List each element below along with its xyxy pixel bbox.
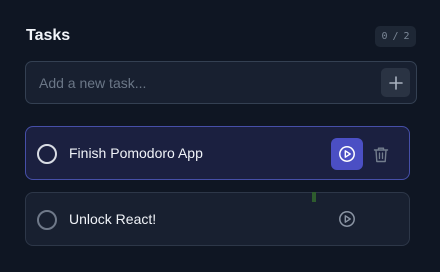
- task-item[interactable]: Finish Pomodoro App: [25, 126, 410, 180]
- plus-icon: [388, 75, 403, 90]
- drag-marker: [312, 192, 316, 202]
- task-counter-badge: 0 / 2: [375, 26, 416, 47]
- counter-done: 0: [381, 31, 388, 42]
- task-item[interactable]: Unlock React!: [25, 192, 410, 246]
- play-icon: [339, 146, 355, 162]
- trash-icon: [373, 147, 389, 162]
- counter-separator: /: [392, 31, 399, 42]
- start-timer-button[interactable]: [331, 203, 363, 235]
- counter-total: 2: [403, 31, 410, 42]
- page-title: Tasks: [26, 27, 71, 44]
- task-complete-checkbox[interactable]: [37, 144, 57, 164]
- start-timer-button[interactable]: [331, 138, 363, 170]
- new-task-input[interactable]: [26, 62, 374, 103]
- add-task-form: [25, 61, 417, 104]
- delete-task-button[interactable]: [371, 144, 391, 164]
- task-label: Unlock React!: [69, 211, 157, 227]
- task-label: Finish Pomodoro App: [69, 145, 203, 161]
- play-icon: [339, 211, 355, 227]
- tasks-panel: Tasks 0 / 2 Finish Pomodoro App: [0, 0, 440, 272]
- tasks-header: Tasks 0 / 2: [26, 26, 416, 48]
- task-complete-checkbox[interactable]: [37, 210, 57, 230]
- add-task-button[interactable]: [381, 68, 410, 97]
